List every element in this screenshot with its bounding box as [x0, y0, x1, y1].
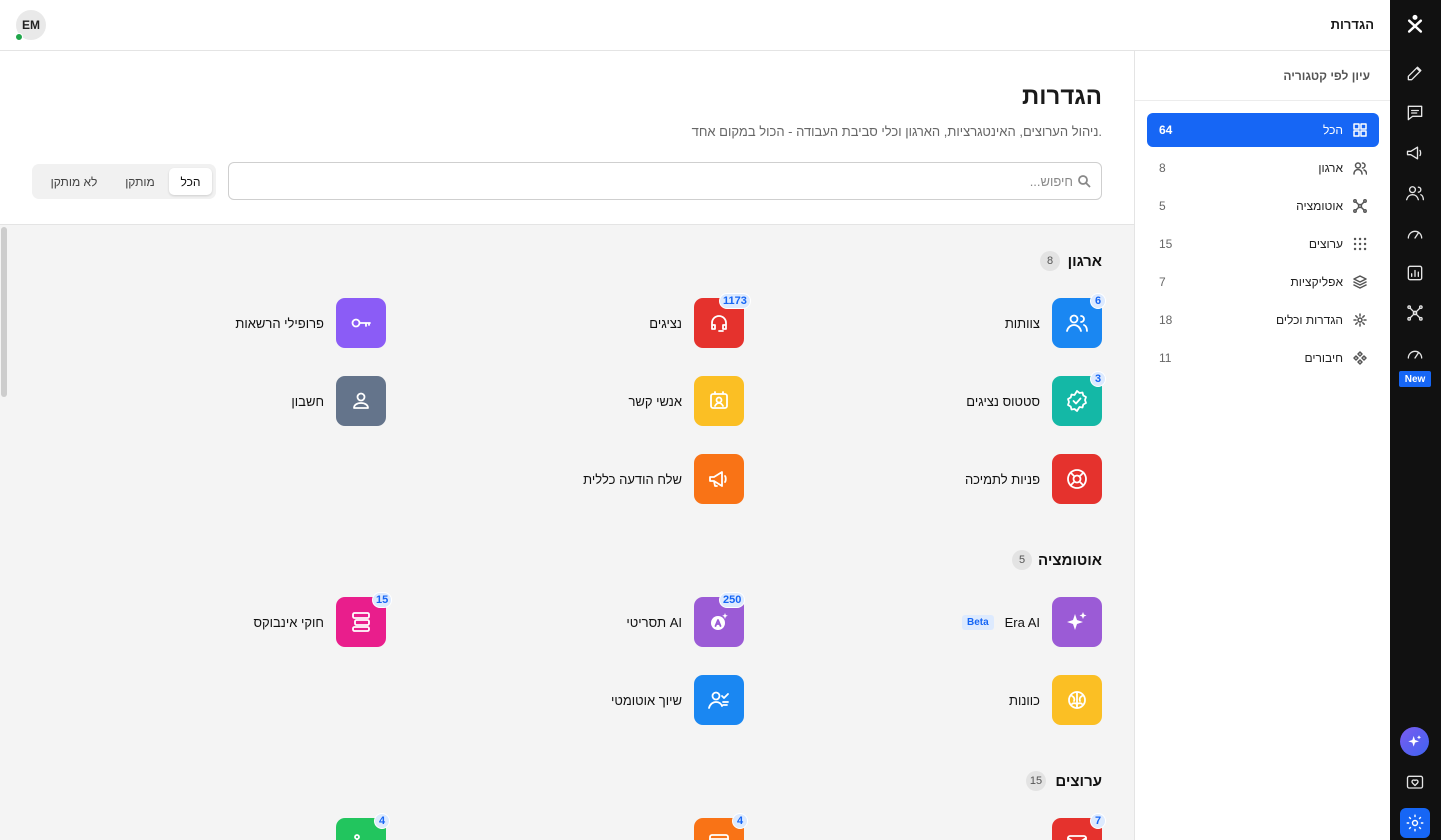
auto-assign-label[interactable]: שיוך אוטומטי	[611, 693, 682, 708]
category-item-connections[interactable]: חיבורים 11	[1147, 341, 1379, 375]
permission-profiles-card-icon[interactable]	[336, 298, 386, 348]
ai-assistant-button[interactable]	[1400, 727, 1429, 756]
category-sidebar: עיון לפי קטגוריה הכל 64 ארגון 8 אוטומציה…	[1134, 51, 1390, 840]
broadcast-label[interactable]: שלח הודעה כללית	[583, 472, 682, 487]
category-count: 7	[1159, 275, 1166, 289]
compose-icon[interactable]	[1400, 58, 1430, 88]
new-badge: New	[1399, 371, 1431, 387]
ai-scripts-badge: 250	[719, 592, 746, 608]
conversations-icon[interactable]	[1400, 98, 1430, 128]
online-status-dot	[15, 33, 23, 41]
category-label: ארגון	[1318, 161, 1343, 175]
inbox-rules-label[interactable]: חוקי אינבוקס	[253, 615, 324, 630]
ai-scripts-label[interactable]: תסריטי AI	[626, 615, 682, 630]
teams-label[interactable]: צוותות	[1005, 316, 1040, 331]
category-label: אפליקציות	[1290, 275, 1343, 289]
beta-badge: Beta	[962, 615, 994, 630]
page-header: הגדרות ניהול הערוצים, האינטגרציות, הארגו…	[0, 51, 1134, 225]
contacts-card-icon[interactable]	[694, 376, 744, 426]
email-badge: 7	[1090, 813, 1106, 829]
category-label: אוטומציה	[1296, 199, 1343, 213]
category-count: 11	[1159, 351, 1172, 365]
agent-status-badge: 3	[1090, 371, 1106, 387]
category-item-settings-tools[interactable]: הגדרות וכלים 18	[1147, 303, 1379, 337]
category-count: 18	[1159, 313, 1173, 327]
search-input[interactable]	[253, 163, 1073, 199]
reports-icon[interactable]	[1400, 258, 1430, 288]
page-subtitle: ניהול הערוצים, האינטגרציות, הארגון וכלי …	[691, 124, 1102, 139]
section-count: 8	[1040, 251, 1060, 271]
support-tickets-card-icon[interactable]	[1052, 454, 1102, 504]
users-icon	[1353, 161, 1368, 175]
category-count: 64	[1159, 123, 1173, 137]
filter-all[interactable]: הכל	[169, 168, 212, 195]
category-count: 15	[1159, 237, 1173, 251]
section-count: 15	[1026, 771, 1046, 791]
section-title-channels: ערוצים	[1055, 773, 1102, 790]
intents-label[interactable]: כוונות	[1009, 693, 1040, 708]
widget-badge: 4	[732, 813, 748, 829]
search-icon	[1077, 174, 1091, 188]
category-item-channels[interactable]: ערוצים 15	[1147, 227, 1379, 261]
feedback-heart-icon[interactable]	[1400, 768, 1430, 798]
category-label: הגדרות וכלים	[1275, 313, 1343, 327]
app-logo-icon[interactable]	[1400, 9, 1430, 39]
account-card-icon[interactable]	[336, 376, 386, 426]
dots-grid-icon	[1353, 237, 1367, 251]
agents-badge: 1173	[719, 293, 751, 309]
era-ai-label[interactable]: Era AI	[1005, 615, 1040, 630]
integrations-icon[interactable]	[1400, 298, 1430, 328]
category-count: 5	[1159, 199, 1166, 213]
page-title: הגדרות	[1022, 83, 1102, 110]
settings-nav-button[interactable]	[1400, 808, 1430, 838]
support-tickets-label[interactable]: פניות לתמיכה	[965, 472, 1040, 487]
teams-badge: 6	[1090, 293, 1106, 309]
layers-icon	[1353, 275, 1367, 289]
app-rail: New	[1390, 0, 1441, 840]
flow-badge: 4	[374, 813, 390, 829]
speed-icon[interactable]	[1400, 338, 1430, 368]
permission-profiles-label[interactable]: פרופילי הרשאות	[235, 316, 324, 331]
category-heading: עיון לפי קטגוריה	[1283, 69, 1370, 83]
install-filter: הכל מותקן לא מותקן	[32, 164, 216, 199]
agent-status-label[interactable]: סטטוס נציגים	[966, 394, 1040, 409]
contacts-icon[interactable]	[1400, 178, 1430, 208]
nodes-icon	[1353, 199, 1367, 213]
broadcast-icon[interactable]	[1400, 138, 1430, 168]
broadcast-card-icon[interactable]	[694, 454, 744, 504]
category-item-organization[interactable]: ארגון 8	[1147, 151, 1379, 185]
section-count: 5	[1012, 550, 1032, 570]
filter-not-installed[interactable]: לא מותקן	[36, 168, 112, 195]
divider	[1135, 100, 1390, 101]
connect-icon	[1353, 351, 1367, 365]
top-bar-title: הגדרות	[1330, 17, 1374, 32]
category-label: הכל	[1322, 123, 1343, 137]
settings-content: ארגון 8 6 צוותות 1173 נציגים פרופילי הרש…	[0, 225, 1134, 840]
category-label: חיבורים	[1304, 351, 1344, 365]
contacts-label[interactable]: אנשי קשר	[628, 394, 682, 409]
category-item-automation[interactable]: אוטומציה 5	[1147, 189, 1379, 223]
section-title-organization: ארגון	[1067, 253, 1102, 270]
intents-card-icon[interactable]	[1052, 675, 1102, 725]
auto-assign-card-icon[interactable]	[694, 675, 744, 725]
category-item-all[interactable]: הכל 64	[1147, 113, 1379, 147]
search-box[interactable]	[228, 162, 1102, 200]
inbox-rules-badge: 15	[372, 592, 393, 608]
era-ai-card-icon[interactable]	[1052, 597, 1102, 647]
category-label: ערוצים	[1308, 237, 1343, 251]
grid-icon	[1353, 123, 1367, 137]
section-title-automation: אוטומציה	[1038, 552, 1102, 569]
category-item-apps[interactable]: אפליקציות 7	[1147, 265, 1379, 299]
dashboard-icon[interactable]	[1400, 218, 1430, 248]
gear-icon	[1353, 313, 1367, 327]
top-bar: הגדרות EM	[0, 0, 1390, 51]
account-label[interactable]: חשבון	[291, 394, 324, 409]
category-count: 8	[1159, 161, 1166, 175]
filter-installed[interactable]: מותקן	[115, 168, 165, 195]
agents-label[interactable]: נציגים	[649, 316, 682, 331]
scrollbar-thumb[interactable]	[1, 227, 7, 397]
